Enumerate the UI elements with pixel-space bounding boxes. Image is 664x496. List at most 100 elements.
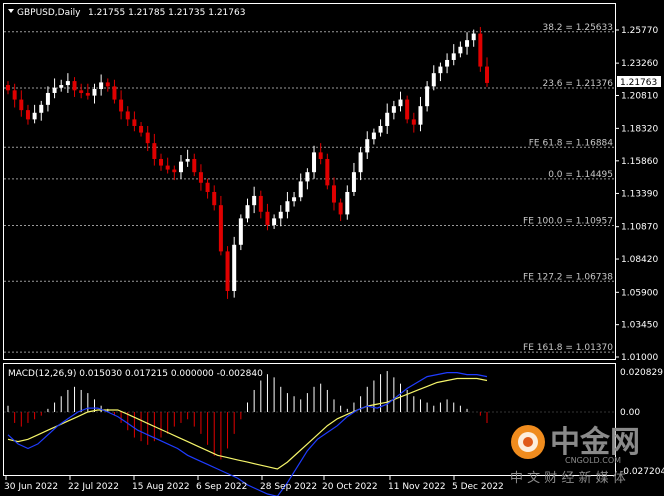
macd-signal-line [7, 377, 488, 470]
candle-bear [105, 82, 110, 87]
candle-bear [132, 119, 137, 126]
candle-bear [165, 165, 170, 170]
price-tick-label: 1.18320 [621, 124, 658, 134]
chart-canvas: GBPUSD,Daily 1.21755 1.21785 1.21735 1.2… [3, 3, 664, 496]
candle-bear [112, 86, 117, 100]
price-panel-frame [3, 3, 616, 360]
price-tick-label: 1.15860 [621, 157, 658, 167]
fibo-level-label: FE 127.2 = 1.06738 [523, 272, 613, 282]
candle-bull [371, 132, 376, 140]
ohlc-readout: 1.21755 1.21785 1.21735 1.21763 [88, 8, 245, 18]
candle-bull [351, 172, 356, 192]
date-tick-label: 5 Dec 2022 [452, 482, 504, 492]
fibo-level-label: FE 161.8 = 1.01370 [523, 343, 613, 353]
candle-bear [225, 251, 230, 291]
price-tick-label: 1.03450 [621, 321, 658, 331]
candle-bull [45, 92, 50, 105]
candle-bear [159, 158, 164, 166]
candle-bull [418, 106, 423, 125]
candle-bear [411, 119, 416, 125]
brand-text: 中金网 [550, 425, 640, 460]
candle-bull [358, 152, 363, 173]
collapse-triangle-icon[interactable] [8, 9, 14, 13]
candle-bull [32, 112, 37, 120]
fibo-level-label: 0.0 = 1.14495 [548, 170, 613, 180]
fibo-level-label: 38.2 = 1.25633 [542, 23, 613, 33]
date-tick-label: 20 Oct 2022 [322, 482, 378, 492]
price-tick-label: 1.25770 [621, 26, 658, 36]
candle-bear [192, 158, 197, 173]
candle-bear [485, 66, 489, 83]
price-tick-label: 1.01000 [621, 353, 658, 363]
candle-bear [331, 185, 336, 203]
candle-bull [245, 205, 250, 219]
candle-bull [39, 104, 44, 113]
candle-bear [119, 99, 124, 112]
date-tick-label: 15 Aug 2022 [132, 482, 190, 492]
current-price-label: 1.21763 [620, 78, 657, 88]
candle-bear [79, 90, 84, 93]
price-tick-label: 1.13390 [621, 189, 658, 199]
candle-bull [431, 73, 436, 87]
candle-bull [272, 218, 277, 225]
candle-bear [19, 99, 24, 111]
candle-bear [172, 169, 177, 173]
brand-domain: CNGOLD.COM [565, 456, 621, 465]
candle-bull [312, 152, 317, 173]
candle-bull [178, 161, 183, 173]
candle-bull [385, 112, 390, 126]
candle-bear [139, 125, 144, 133]
candle-bull [232, 244, 237, 291]
candle-bull [99, 82, 104, 90]
candle-bear [152, 143, 157, 159]
candle-bull [365, 139, 370, 153]
candle-bear [212, 191, 217, 206]
candle-bull [465, 40, 470, 47]
candle-bear [478, 33, 483, 67]
price-tick-label: 1.23260 [621, 59, 658, 69]
candle-bull [425, 86, 430, 107]
candle-bear [85, 92, 90, 96]
macd-header: MACD(12,26,9) 0.015030 0.017215 0.000000… [8, 369, 263, 379]
macd-axis-top: 0.020829 [620, 368, 663, 378]
fibo-levels: 38.2 = 1.25633 23.6 = 1.21376 FE 61.8 = 1.… [4, 23, 615, 353]
candle-bear [205, 182, 210, 192]
candle-bear [318, 152, 323, 159]
macd-axis-bottom: -0.027204 [620, 467, 664, 477]
candle-bull [345, 191, 350, 215]
candle-bear [338, 202, 343, 215]
candle-bull [305, 172, 310, 182]
candle-bull [445, 59, 450, 67]
candle-bull [451, 53, 456, 60]
date-tick-label: 11 Nov 2022 [388, 482, 446, 492]
candle-bear [12, 90, 17, 100]
candle-bear [25, 110, 30, 120]
candle-bull [398, 99, 403, 107]
candle-bull [52, 87, 57, 93]
candle-bull [458, 46, 463, 54]
date-tick-label: 30 Jun 2022 [4, 482, 58, 492]
candle-bull [238, 218, 243, 245]
date-tick-label: 22 Jul 2022 [68, 482, 119, 492]
symbol-label: GBPUSD,Daily [17, 8, 81, 18]
date-tick-label: 28 Sep 2022 [260, 482, 317, 492]
price-tick-label: 1.20810 [621, 91, 658, 101]
brand-tagline: 中 文 财 经 新 媒 体 [510, 470, 626, 486]
candle-bull [285, 201, 290, 212]
candle-bear [218, 205, 223, 252]
candle-bull [391, 106, 396, 113]
candle-bear [258, 195, 263, 212]
current-price-tag: 1.21763 [617, 76, 661, 88]
candle-bear [325, 158, 330, 186]
candles [6, 26, 489, 299]
macd-axis-zero: 0.00 [620, 408, 640, 418]
candle-bear [145, 132, 150, 144]
candle-bull [185, 158, 190, 162]
cngold-watermark: 中金网 CNGOLD.COM 中 文 财 经 新 媒 体 [510, 425, 640, 486]
candle-bull [292, 197, 297, 202]
date-tick-label: 6 Sep 2022 [196, 482, 247, 492]
candle-bear [72, 81, 77, 91]
fibo-level-label: 23.6 = 1.21376 [542, 79, 613, 89]
candle-bear [6, 85, 10, 91]
price-tick-label: 1.08420 [621, 255, 658, 265]
